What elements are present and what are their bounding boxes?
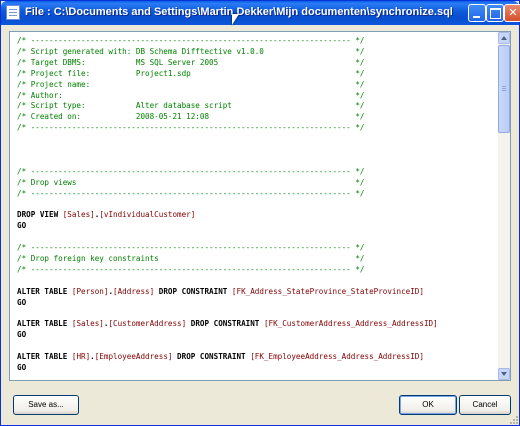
code-token: [vIndividualCustomer] bbox=[99, 210, 196, 220]
cancel-button[interactable]: Cancel bbox=[459, 395, 511, 415]
code-line: /* Author: */ bbox=[17, 91, 364, 101]
ok-button[interactable]: OK bbox=[399, 395, 457, 415]
scroll-up-button[interactable] bbox=[498, 32, 510, 44]
code-token: DROP CONSTRAINT bbox=[172, 352, 251, 362]
scroll-down-button[interactable] bbox=[498, 368, 510, 380]
code-token: ALTER TABLE bbox=[17, 352, 72, 362]
code-token: [FK_CustomerAddress_Address_AddressID] bbox=[263, 319, 438, 329]
save-as-button[interactable]: Save as... bbox=[13, 395, 79, 415]
code-token: [Sales] bbox=[71, 319, 104, 329]
code-token: /* -------------------------------------… bbox=[17, 36, 365, 45]
code-token: /* Project name: */ bbox=[17, 79, 365, 89]
code-line: /* Created on: 2008-05-21 12:08 */ bbox=[17, 112, 364, 122]
code-token: GO bbox=[17, 297, 27, 307]
code-token: /* Drop views */ bbox=[17, 177, 365, 187]
code-line: /* Drop foreign key constraints */ bbox=[17, 254, 364, 264]
code-token: [HR] bbox=[71, 352, 91, 362]
minimize-button[interactable] bbox=[468, 4, 486, 22]
code-line: DROP VIEW [Sales].[vIndividualCustomer] bbox=[17, 210, 195, 220]
code-token: ALTER TABLE bbox=[17, 286, 72, 296]
resize-grip[interactable] bbox=[511, 417, 519, 425]
code-token: [Address] bbox=[113, 286, 155, 296]
title-bar[interactable]: File : C:\Documents and Settings\Martin … bbox=[1, 1, 520, 25]
close-button[interactable]: ✕ bbox=[504, 4, 520, 22]
code-line: /* -------------------------------------… bbox=[17, 243, 364, 253]
code-line: /* -------------------------------------… bbox=[17, 265, 364, 275]
scroll-thumb[interactable] bbox=[498, 45, 510, 133]
code-line: /* -------------------------------------… bbox=[17, 189, 364, 199]
code-token: /* Author: */ bbox=[17, 90, 365, 100]
code-token: /* -------------------------------------… bbox=[17, 264, 365, 274]
code-token: [Sales] bbox=[62, 210, 95, 220]
code-token: GO bbox=[17, 363, 27, 372]
code-line: GO bbox=[17, 298, 26, 308]
code-token: [CustomerAddress] bbox=[108, 319, 187, 329]
code-token: /* Script type: Alter database script */ bbox=[17, 101, 365, 111]
code-token: GO bbox=[17, 221, 27, 231]
code-token: GO bbox=[17, 330, 27, 340]
maximize-button[interactable] bbox=[486, 4, 504, 22]
code-token: /* Project file: Project1.sdp */ bbox=[17, 68, 365, 78]
code-line: ALTER TABLE [Person].[Address] DROP CONS… bbox=[17, 287, 424, 297]
code-token: /* -------------------------------------… bbox=[17, 123, 365, 133]
code-token: ALTER TABLE bbox=[17, 319, 72, 329]
code-line: GO bbox=[17, 363, 26, 373]
code-line: /* -------------------------------------… bbox=[17, 167, 364, 177]
code-token: DROP CONSTRAINT bbox=[186, 319, 264, 329]
code-token: /* Target DBMS: MS SQL Server 2005 */ bbox=[17, 57, 365, 67]
vertical-scrollbar[interactable] bbox=[498, 32, 510, 380]
code-line: GO bbox=[17, 330, 26, 340]
mouse-cursor-icon bbox=[232, 14, 239, 25]
code-token: [EmployeeAddress] bbox=[94, 352, 173, 362]
sql-file-window: File : C:\Documents and Settings\Martin … bbox=[0, 0, 520, 426]
code-token: DROP CONSTRAINT bbox=[154, 286, 232, 296]
code-line: ALTER TABLE [HR].[EmployeeAddress] DROP … bbox=[17, 352, 424, 362]
code-line: /* Script generated with: DB Schema Diff… bbox=[17, 47, 364, 57]
code-token: [FK_EmployeeAddress_Address_AddressID] bbox=[250, 352, 424, 362]
code-line: /* Project file: Project1.sdp */ bbox=[17, 69, 364, 79]
code-line: /* -------------------------------------… bbox=[17, 123, 364, 133]
code-area[interactable]: /* -------------------------------------… bbox=[10, 32, 498, 380]
code-line: /* -------------------------------------… bbox=[17, 36, 364, 46]
code-token: /* -------------------------------------… bbox=[17, 166, 365, 176]
code-line: GO bbox=[17, 221, 26, 231]
document-icon bbox=[6, 5, 20, 20]
code-token: /* Drop foreign key constraints */ bbox=[17, 254, 365, 263]
code-line: /* Script type: Alter database script */ bbox=[17, 101, 364, 111]
code-token: /* -------------------------------------… bbox=[17, 188, 365, 198]
code-line: /* Target DBMS: MS SQL Server 2005 */ bbox=[17, 58, 364, 68]
code-token: /* Created on: 2008-05-21 12:08 */ bbox=[17, 112, 365, 122]
code-line: ALTER TABLE [Sales].[CustomerAddress] DR… bbox=[17, 319, 438, 329]
code-token: [Person] bbox=[71, 286, 109, 296]
code-token: /* -------------------------------------… bbox=[17, 243, 365, 253]
sql-editor[interactable]: /* -------------------------------------… bbox=[9, 31, 511, 381]
code-line: /* Drop views */ bbox=[17, 178, 364, 188]
code-token: [FK_Address_StateProvince_StateProvinceI… bbox=[231, 286, 424, 296]
code-token: /* Script generated with: DB Schema Diff… bbox=[17, 46, 365, 56]
code-token: DROP VIEW bbox=[17, 210, 63, 220]
code-line: /* Project name: */ bbox=[17, 80, 364, 90]
